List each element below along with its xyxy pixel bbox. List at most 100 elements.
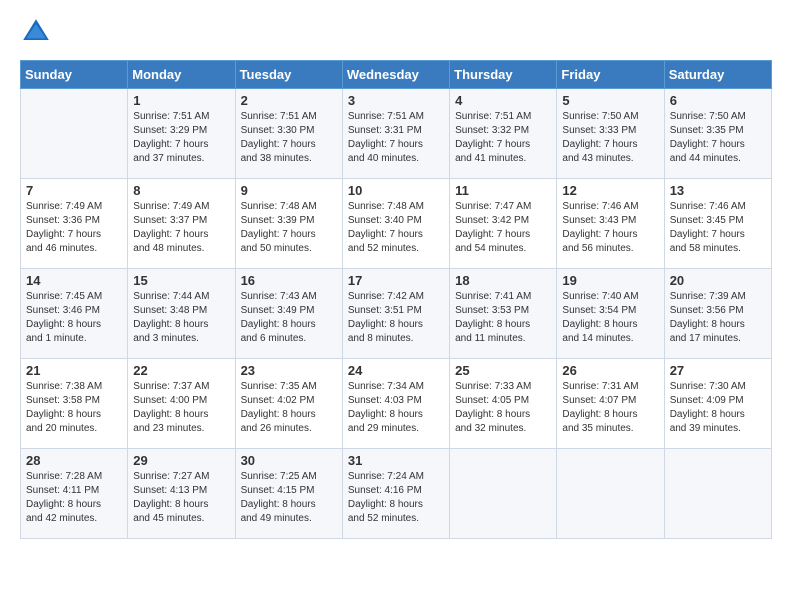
- day-info: Sunrise: 7:30 AM Sunset: 4:09 PM Dayligh…: [670, 380, 766, 436]
- day-info: Sunrise: 7:46 AM Sunset: 3:45 PM Dayligh…: [670, 200, 766, 256]
- calendar-cell: 19 Sunrise: 7:40 AM Sunset: 3:54 PM Dayli…: [557, 269, 664, 359]
- calendar-cell: 21 Sunrise: 7:38 AM Sunset: 3:58 PM Dayli…: [21, 359, 128, 449]
- calendar-cell: 25 Sunrise: 7:33 AM Sunset: 4:05 PM Dayli…: [450, 359, 557, 449]
- calendar-week-row: 14Sunrise: 7:45 AM Sunset: 3:46 PM Dayli…: [21, 269, 772, 359]
- day-info: Sunrise: 7:34 AM Sunset: 4:03 PM Dayligh…: [348, 380, 444, 436]
- day-info: Sunrise: 7:28 AM Sunset: 4:11 PM Dayligh…: [26, 470, 122, 526]
- calendar-cell: 3 Sunrise: 7:51 AM Sunset: 3:31 PM Daylig…: [342, 89, 449, 179]
- day-header-wednesday: Wednesday: [342, 61, 449, 89]
- day-number: 18: [455, 273, 551, 288]
- day-number: 1: [133, 93, 229, 108]
- calendar-cell: 15 Sunrise: 7:44 AM Sunset: 3:48 PM Dayli…: [128, 269, 235, 359]
- calendar-week-row: 28 Sunrise: 7:28 AM Sunset: 4:11 PM Dayli…: [21, 449, 772, 539]
- day-info: Sunrise: 7:40 AM Sunset: 3:54 PM Dayligh…: [562, 290, 658, 346]
- calendar-cell: [557, 449, 664, 539]
- day-number: 15: [133, 273, 229, 288]
- calendar-cell: 8Sunrise: 7:49 AM Sunset: 3:37 PM Daylig…: [128, 179, 235, 269]
- day-info: Sunrise: 7:51 AM Sunset: 3:30 PM Dayligh…: [241, 110, 337, 166]
- calendar-cell: 22 Sunrise: 7:37 AM Sunset: 4:00 PM Dayli…: [128, 359, 235, 449]
- day-number: 30: [241, 453, 337, 468]
- day-number: 20: [670, 273, 766, 288]
- day-info: Sunrise: 7:31 AM Sunset: 4:07 PM Dayligh…: [562, 380, 658, 436]
- calendar-cell: 4 Sunrise: 7:51 AM Sunset: 3:32 PM Daylig…: [450, 89, 557, 179]
- day-info: Sunrise: 7:48 AM Sunset: 3:40 PM Dayligh…: [348, 200, 444, 256]
- calendar-cell: 31Sunrise: 7:24 AM Sunset: 4:16 PM Dayli…: [342, 449, 449, 539]
- calendar-header-row: SundayMondayTuesdayWednesdayThursdayFrid…: [21, 61, 772, 89]
- day-info: Sunrise: 7:37 AM Sunset: 4:00 PM Dayligh…: [133, 380, 229, 436]
- day-info: Sunrise: 7:33 AM Sunset: 4:05 PM Dayligh…: [455, 380, 551, 436]
- day-number: 26: [562, 363, 658, 378]
- calendar-cell: 26 Sunrise: 7:31 AM Sunset: 4:07 PM Dayli…: [557, 359, 664, 449]
- day-header-monday: Monday: [128, 61, 235, 89]
- day-info: Sunrise: 7:46 AM Sunset: 3:43 PM Dayligh…: [562, 200, 658, 256]
- day-number: 11: [455, 183, 551, 198]
- calendar-cell: 7 Sunrise: 7:49 AM Sunset: 3:36 PM Daylig…: [21, 179, 128, 269]
- day-header-saturday: Saturday: [664, 61, 771, 89]
- day-number: 27: [670, 363, 766, 378]
- calendar-cell: 30 Sunrise: 7:25 AM Sunset: 4:15 PM Dayli…: [235, 449, 342, 539]
- calendar-cell: [21, 89, 128, 179]
- calendar-week-row: 21 Sunrise: 7:38 AM Sunset: 3:58 PM Dayli…: [21, 359, 772, 449]
- day-header-sunday: Sunday: [21, 61, 128, 89]
- day-info: Sunrise: 7:41 AM Sunset: 3:53 PM Dayligh…: [455, 290, 551, 346]
- day-header-tuesday: Tuesday: [235, 61, 342, 89]
- calendar-week-row: 7 Sunrise: 7:49 AM Sunset: 3:36 PM Daylig…: [21, 179, 772, 269]
- day-info: Sunrise: 7:51 AM Sunset: 3:32 PM Dayligh…: [455, 110, 551, 166]
- calendar-cell: 9 Sunrise: 7:48 AM Sunset: 3:39 PM Daylig…: [235, 179, 342, 269]
- calendar-cell: 11 Sunrise: 7:47 AM Sunset: 3:42 PM Dayli…: [450, 179, 557, 269]
- day-info: Sunrise: 7:38 AM Sunset: 3:58 PM Dayligh…: [26, 380, 122, 436]
- day-number: 16: [241, 273, 337, 288]
- day-number: 25: [455, 363, 551, 378]
- calendar-cell: [450, 449, 557, 539]
- calendar-cell: 17Sunrise: 7:42 AM Sunset: 3:51 PM Dayli…: [342, 269, 449, 359]
- day-number: 4: [455, 93, 551, 108]
- calendar-cell: 5 Sunrise: 7:50 AM Sunset: 3:33 PM Daylig…: [557, 89, 664, 179]
- day-number: 2: [241, 93, 337, 108]
- day-header-friday: Friday: [557, 61, 664, 89]
- calendar-cell: 12 Sunrise: 7:46 AM Sunset: 3:43 PM Dayli…: [557, 179, 664, 269]
- calendar-cell: 27 Sunrise: 7:30 AM Sunset: 4:09 PM Dayli…: [664, 359, 771, 449]
- day-info: Sunrise: 7:24 AM Sunset: 4:16 PM Dayligh…: [348, 470, 444, 526]
- calendar-cell: 24 Sunrise: 7:34 AM Sunset: 4:03 PM Dayli…: [342, 359, 449, 449]
- day-number: 5: [562, 93, 658, 108]
- logo-icon: [20, 16, 52, 48]
- logo: [20, 16, 56, 48]
- day-number: 28: [26, 453, 122, 468]
- day-number: 24: [348, 363, 444, 378]
- day-number: 22: [133, 363, 229, 378]
- day-info: Sunrise: 7:44 AM Sunset: 3:48 PM Dayligh…: [133, 290, 229, 346]
- calendar-cell: 6 Sunrise: 7:50 AM Sunset: 3:35 PM Daylig…: [664, 89, 771, 179]
- calendar-cell: 18 Sunrise: 7:41 AM Sunset: 3:53 PM Dayli…: [450, 269, 557, 359]
- day-number: 9: [241, 183, 337, 198]
- day-number: 13: [670, 183, 766, 198]
- day-header-thursday: Thursday: [450, 61, 557, 89]
- day-info: Sunrise: 7:27 AM Sunset: 4:13 PM Dayligh…: [133, 470, 229, 526]
- day-number: 21: [26, 363, 122, 378]
- day-number: 3: [348, 93, 444, 108]
- day-number: 12: [562, 183, 658, 198]
- calendar-cell: 13 Sunrise: 7:46 AM Sunset: 3:45 PM Dayli…: [664, 179, 771, 269]
- day-info: Sunrise: 7:47 AM Sunset: 3:42 PM Dayligh…: [455, 200, 551, 256]
- day-number: 7: [26, 183, 122, 198]
- day-info: Sunrise: 7:49 AM Sunset: 3:37 PM Dayligh…: [133, 200, 229, 256]
- day-info: Sunrise: 7:35 AM Sunset: 4:02 PM Dayligh…: [241, 380, 337, 436]
- day-number: 6: [670, 93, 766, 108]
- day-info: Sunrise: 7:50 AM Sunset: 3:35 PM Dayligh…: [670, 110, 766, 166]
- day-info: Sunrise: 7:50 AM Sunset: 3:33 PM Dayligh…: [562, 110, 658, 166]
- day-number: 19: [562, 273, 658, 288]
- day-info: Sunrise: 7:51 AM Sunset: 3:31 PM Dayligh…: [348, 110, 444, 166]
- day-number: 23: [241, 363, 337, 378]
- day-info: Sunrise: 7:25 AM Sunset: 4:15 PM Dayligh…: [241, 470, 337, 526]
- calendar-cell: 2 Sunrise: 7:51 AM Sunset: 3:30 PM Daylig…: [235, 89, 342, 179]
- calendar-week-row: 1Sunrise: 7:51 AM Sunset: 3:29 PM Daylig…: [21, 89, 772, 179]
- day-number: 10: [348, 183, 444, 198]
- day-info: Sunrise: 7:49 AM Sunset: 3:36 PM Dayligh…: [26, 200, 122, 256]
- day-info: Sunrise: 7:39 AM Sunset: 3:56 PM Dayligh…: [670, 290, 766, 346]
- day-info: Sunrise: 7:45 AM Sunset: 3:46 PM Dayligh…: [26, 290, 122, 346]
- calendar-cell: 20 Sunrise: 7:39 AM Sunset: 3:56 PM Dayli…: [664, 269, 771, 359]
- page-header: [20, 16, 772, 48]
- calendar-cell: 16Sunrise: 7:43 AM Sunset: 3:49 PM Dayli…: [235, 269, 342, 359]
- day-info: Sunrise: 7:48 AM Sunset: 3:39 PM Dayligh…: [241, 200, 337, 256]
- day-number: 29: [133, 453, 229, 468]
- calendar-cell: [664, 449, 771, 539]
